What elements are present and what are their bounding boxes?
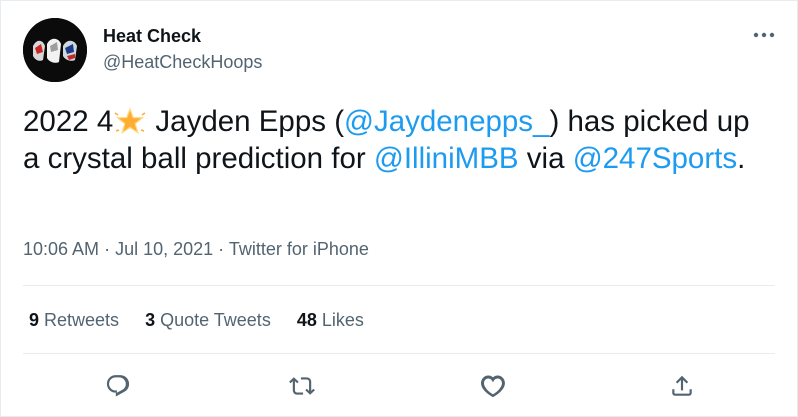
- quote-tweets-count: 3: [145, 310, 156, 330]
- display-name[interactable]: Heat Check: [103, 26, 201, 47]
- likes-label: Likes: [316, 310, 364, 330]
- tweet-time[interactable]: 10:06 AM: [23, 239, 99, 259]
- tweet-text: 2022 4 Jayden Epps (@Jaydenepps_) has pi…: [23, 103, 763, 177]
- more-dots-icon: [753, 32, 775, 38]
- retweet-icon: [289, 377, 315, 395]
- heart-icon: [480, 375, 505, 398]
- tweet-text-part: via: [518, 142, 573, 175]
- tweet-text-part: Jayden Epps (: [147, 105, 345, 138]
- avatar[interactable]: [23, 18, 87, 82]
- retweets-stat[interactable]: 9 Retweets: [29, 310, 119, 331]
- tweet-metadata: 10:06 AM · Jul 10, 2021 · Twitter for iP…: [23, 239, 369, 260]
- tweet-source[interactable]: Twitter for iPhone: [229, 239, 369, 259]
- mention-illinimbb[interactable]: @IlliniMBB: [374, 142, 519, 175]
- user-handle[interactable]: @HeatCheckHoops: [103, 52, 262, 73]
- likes-count: 48: [296, 310, 317, 330]
- action-bar: [1, 371, 798, 401]
- reply-icon: [106, 375, 130, 397]
- share-button[interactable]: [667, 371, 697, 401]
- tweet-card: Heat Check @HeatCheckHoops 2022 4 Jayden…: [0, 0, 798, 417]
- quote-tweets-label: Quote Tweets: [155, 310, 271, 330]
- divider: [23, 353, 775, 354]
- mention-jaydenepps[interactable]: @Jaydenepps_: [344, 105, 549, 138]
- tweet-text-part: 2022 4: [23, 105, 114, 138]
- engagement-stats: 9 Retweets 3 Quote Tweets 48 Likes: [29, 310, 364, 331]
- mention-247sports[interactable]: @247Sports: [573, 142, 737, 175]
- meta-separator: ·: [99, 239, 116, 259]
- tweet-date[interactable]: Jul 10, 2021: [115, 239, 213, 259]
- like-button[interactable]: [478, 371, 508, 401]
- tweet-text-part: .: [737, 142, 746, 175]
- retweets-label: Retweets: [39, 310, 120, 330]
- sneakers-avatar-icon: [23, 18, 87, 82]
- divider: [23, 285, 775, 286]
- meta-separator: ·: [213, 239, 229, 259]
- reply-button[interactable]: [103, 371, 133, 401]
- quote-tweets-stat[interactable]: 3 Quote Tweets: [145, 310, 271, 331]
- retweets-count: 9: [29, 310, 40, 330]
- more-options-button[interactable]: [749, 25, 779, 45]
- star-emoji-icon: [114, 107, 146, 135]
- share-icon: [672, 375, 692, 396]
- retweet-button[interactable]: [287, 371, 317, 401]
- likes-stat[interactable]: 48 Likes: [297, 310, 364, 331]
